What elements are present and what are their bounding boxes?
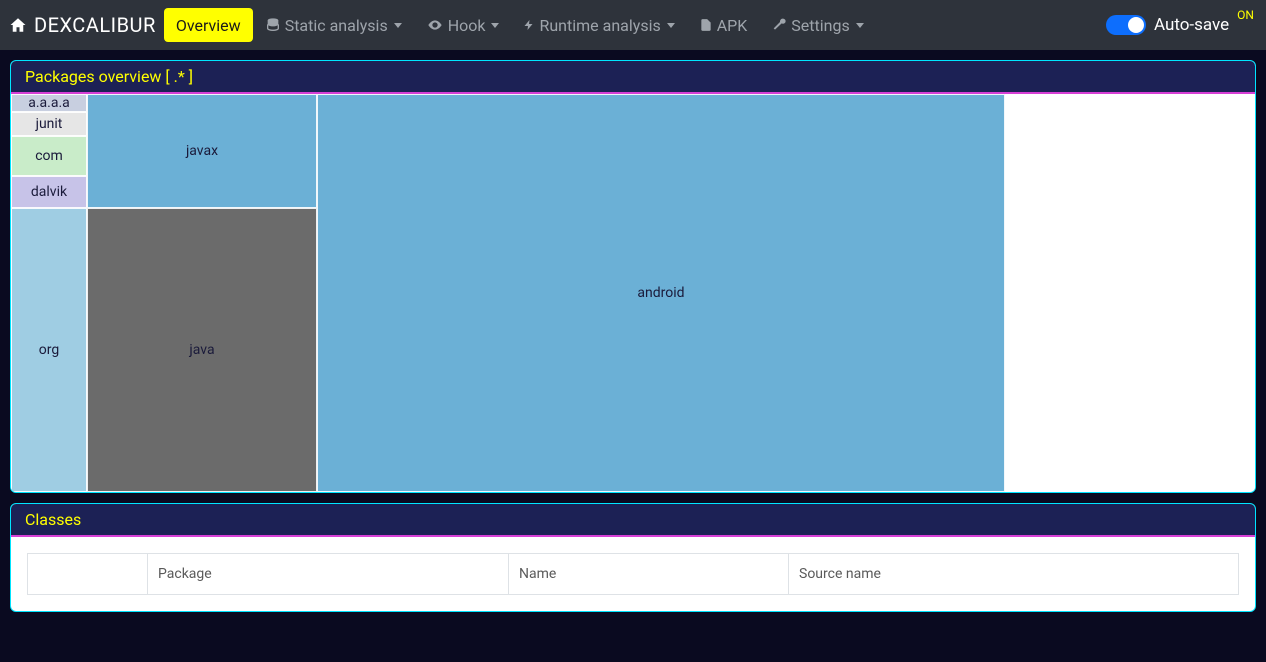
treemap-cell-aaaa[interactable]: a.a.a.a bbox=[11, 94, 87, 112]
classes-table: Package Name Source name bbox=[27, 553, 1239, 595]
treemap-cell-android[interactable]: android bbox=[317, 94, 1005, 492]
treemap-label: a.a.a.a bbox=[28, 95, 70, 111]
nav-runtime-analysis[interactable]: Runtime analysis bbox=[511, 0, 686, 50]
treemap-label: java bbox=[189, 342, 214, 358]
treemap-label: junit bbox=[36, 116, 63, 132]
column-package[interactable]: Package bbox=[148, 554, 509, 595]
treemap-label: org bbox=[39, 342, 59, 358]
wrench-icon bbox=[771, 17, 787, 33]
classes-card: Classes Package Name Source name bbox=[10, 503, 1256, 612]
packages-treemap[interactable]: a.a.a.a junit com dalvik org javax java … bbox=[11, 94, 1255, 492]
eye-icon bbox=[426, 17, 444, 33]
treemap-cell-junit[interactable]: junit bbox=[11, 112, 87, 136]
nav-apk-label: APK bbox=[717, 16, 748, 35]
treemap-label: com bbox=[35, 148, 63, 164]
chevron-down-icon bbox=[394, 23, 402, 28]
nav-overview[interactable]: Overview bbox=[164, 8, 253, 42]
treemap-label: android bbox=[637, 285, 684, 301]
treemap-cell-dalvik[interactable]: dalvik bbox=[11, 176, 87, 208]
treemap-cell-org[interactable]: org bbox=[11, 208, 87, 492]
nav-hook[interactable]: Hook bbox=[414, 0, 512, 50]
nav-settings-label: Settings bbox=[791, 16, 849, 35]
nav-static-analysis[interactable]: Static analysis bbox=[253, 0, 414, 50]
treemap-label: javax bbox=[186, 143, 218, 159]
column-source-name[interactable]: Source name bbox=[789, 554, 1239, 595]
nav-overview-label: Overview bbox=[176, 16, 241, 35]
treemap-cell-java[interactable]: java bbox=[87, 208, 317, 492]
chevron-down-icon bbox=[667, 23, 675, 28]
chevron-down-icon bbox=[491, 23, 499, 28]
column-name[interactable]: Name bbox=[509, 554, 789, 595]
home-icon bbox=[8, 16, 28, 34]
navbar: DEXCALIBUR Overview Static analysis Hook… bbox=[0, 0, 1266, 50]
file-icon bbox=[699, 17, 713, 33]
nav-apk[interactable]: APK bbox=[687, 0, 760, 50]
chevron-down-icon bbox=[856, 23, 864, 28]
bolt-icon bbox=[523, 17, 535, 33]
autosave-toggle[interactable] bbox=[1106, 15, 1146, 35]
nav-hook-label: Hook bbox=[448, 16, 486, 35]
autosave-state: ON bbox=[1237, 8, 1254, 22]
classes-card-header: Classes bbox=[11, 504, 1255, 537]
packages-card-header: Packages overview [ .* ] bbox=[11, 61, 1255, 94]
treemap-cell-com[interactable]: com bbox=[11, 136, 87, 176]
database-icon bbox=[265, 17, 281, 33]
treemap-cell-javax[interactable]: javax bbox=[87, 94, 317, 208]
nav-runtime-label: Runtime analysis bbox=[539, 16, 660, 35]
brand[interactable]: DEXCALIBUR bbox=[8, 13, 156, 37]
brand-text: DEXCALIBUR bbox=[34, 13, 156, 37]
packages-card: Packages overview [ .* ] a.a.a.a junit c… bbox=[10, 60, 1256, 493]
nav-settings[interactable]: Settings bbox=[759, 0, 875, 50]
treemap-label: dalvik bbox=[31, 184, 67, 200]
column-blank[interactable] bbox=[28, 554, 148, 595]
table-header-row: Package Name Source name bbox=[28, 554, 1239, 595]
autosave-label: Auto-save bbox=[1154, 15, 1229, 35]
nav-static-label: Static analysis bbox=[285, 16, 388, 35]
